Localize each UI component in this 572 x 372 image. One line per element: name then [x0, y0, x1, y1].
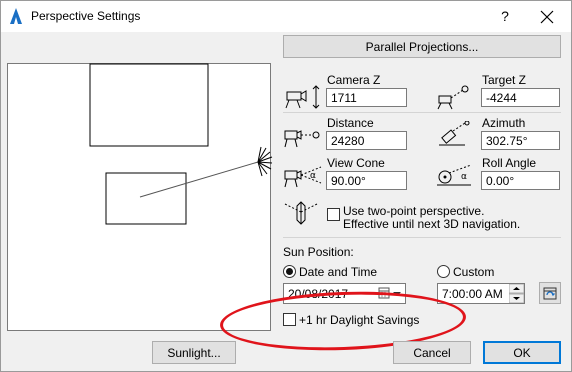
date-value: 20/08/2017 — [288, 287, 349, 301]
perspective-settings-dialog: Perspective Settings ? Parallel Projecti… — [0, 0, 572, 372]
two-point-perspective-checkbox[interactable] — [327, 208, 340, 221]
sunlight-button[interactable]: Sunlight... — [152, 341, 236, 364]
azimuth-label: Azimuth — [482, 116, 526, 130]
separator — [283, 237, 561, 238]
target-z-input[interactable]: -4244 — [481, 88, 560, 107]
time-value: 7:00:00 AM — [442, 287, 503, 301]
sun-icon — [257, 146, 273, 177]
view-cone-label: View Cone — [327, 156, 385, 170]
camera-z-input[interactable]: 1711 — [326, 88, 407, 107]
azimuth-input[interactable]: 302.75° — [481, 131, 560, 150]
distance-icon — [284, 130, 320, 148]
distance-label: Distance — [327, 116, 374, 130]
custom-radio[interactable] — [437, 265, 450, 278]
svg-text:α: α — [310, 171, 316, 181]
two-point-perspective-label: Use two-point perspective. — [343, 204, 485, 218]
two-point-perspective-note: Effective until next 3D navigation. — [343, 217, 521, 231]
sync-time-button[interactable] — [539, 282, 561, 304]
close-icon[interactable] — [537, 7, 557, 27]
sun-position-heading: Sun Position: — [283, 245, 354, 259]
distance-input[interactable]: 24280 — [326, 131, 407, 150]
help-button[interactable]: ? — [498, 6, 512, 26]
target-z-icon — [437, 85, 469, 110]
parallel-projections-button[interactable]: Parallel Projections... — [283, 35, 561, 58]
preview-building-2 — [105, 172, 187, 225]
calendar-dropdown-icon[interactable] — [378, 287, 404, 300]
archicad-icon — [10, 8, 22, 24]
ok-button[interactable]: OK — [483, 341, 561, 364]
roll-angle-input[interactable]: 0.00° — [481, 171, 560, 190]
daylight-savings-checkbox[interactable] — [283, 313, 296, 326]
target-z-label: Target Z — [482, 73, 527, 87]
daylight-savings-label: +1 hr Daylight Savings — [299, 313, 420, 327]
dialog-title: Perspective Settings — [31, 9, 141, 23]
calendar-sync-icon — [543, 287, 557, 300]
cancel-button[interactable]: Cancel — [393, 341, 471, 364]
view-cone-icon: α — [284, 166, 322, 188]
svg-text:α: α — [461, 172, 467, 182]
two-point-perspective-icon — [284, 201, 318, 225]
perspective-preview[interactable] — [7, 63, 273, 331]
date-and-time-label: Date and Time — [299, 265, 378, 279]
view-cone-input[interactable]: 90.00° — [326, 171, 407, 190]
camera-z-icon — [285, 85, 320, 109]
roll-angle-icon: α — [437, 164, 472, 186]
roll-angle-label: Roll Angle — [482, 156, 537, 170]
title-bar: Perspective Settings ? — [1, 1, 571, 32]
separator — [283, 112, 561, 113]
azimuth-icon — [439, 121, 470, 146]
custom-label: Custom — [453, 265, 495, 279]
time-spinner-arrows-icon[interactable] — [509, 284, 524, 303]
preview-building-1 — [89, 63, 209, 147]
preview-view-line — [139, 161, 259, 198]
date-and-time-radio[interactable] — [283, 265, 296, 278]
camera-z-label: Camera Z — [327, 73, 381, 87]
